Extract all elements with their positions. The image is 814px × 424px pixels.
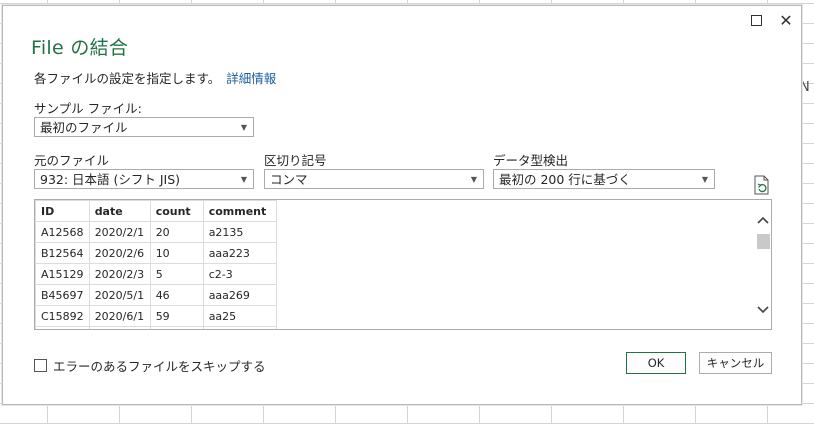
table-cell <box>149 326 204 329</box>
origin-dropdown[interactable]: 932: 日本語 (シフト JIS) ▼ <box>34 169 254 189</box>
skip-errors-option[interactable]: エラーのあるファイルをスキップする <box>34 356 266 375</box>
preview-table: ID date count comment A12568 2020/2/1 20… <box>35 200 277 329</box>
close-icon: ✕ <box>779 10 793 30</box>
scroll-down-button[interactable] <box>757 304 769 316</box>
chevron-down-icon <box>757 306 769 314</box>
table-row <box>35 326 277 329</box>
chevron-down-icon: ▼ <box>701 175 708 184</box>
table-cell: 46 <box>149 284 204 306</box>
chevron-down-icon: ▼ <box>240 123 247 132</box>
table-cell: B12564 <box>35 242 90 264</box>
maximize-button[interactable] <box>746 10 766 30</box>
table-cell: a2135 <box>202 221 277 243</box>
table-cell: B45697 <box>35 284 90 306</box>
table-cell: 2020/6/1 <box>88 305 151 327</box>
chevron-up-icon <box>757 216 769 224</box>
data-preview: ID date count comment A12568 2020/2/1 20… <box>34 199 772 330</box>
sample-file-label: サンプル ファイル: <box>34 101 142 116</box>
table-cell: 59 <box>149 305 204 327</box>
table-cell: c2-3 <box>202 263 277 285</box>
table-row: C15892 2020/6/1 59 aa25 <box>35 305 277 327</box>
dialog-subtitle: 各ファイルの設定を指定します。 詳細情報 <box>34 68 276 87</box>
scroll-thumb[interactable] <box>757 234 770 249</box>
column-header: date <box>88 200 151 222</box>
delimiter-dropdown[interactable]: コンマ ▼ <box>264 169 484 189</box>
table-row: A15129 2020/2/3 5 c2-3 <box>35 263 277 285</box>
skip-errors-checkbox[interactable] <box>34 359 47 372</box>
learn-more-link[interactable]: 詳細情報 <box>226 71 276 86</box>
table-cell: aaa269 <box>202 284 277 306</box>
cancel-button[interactable]: キャンセル <box>699 352 772 374</box>
table-cell: 10 <box>149 242 204 264</box>
sample-file-dropdown[interactable]: 最初のファイル ▼ <box>34 117 254 137</box>
combine-files-dialog: ✕ File の結合 各ファイルの設定を指定します。 詳細情報 サンプル ファイル… <box>2 5 802 405</box>
table-cell: 2020/5/1 <box>88 284 151 306</box>
table-cell: A15129 <box>35 263 90 285</box>
delimiter-value: コンマ <box>270 172 308 187</box>
column-header: comment <box>202 200 277 222</box>
table-cell: 2020/2/3 <box>88 263 151 285</box>
data-type-detection-label: データ型検出 <box>493 153 569 168</box>
sample-file-value: 最初のファイル <box>40 120 128 135</box>
chevron-down-icon: ▼ <box>240 175 247 184</box>
table-cell <box>35 326 90 329</box>
table-row: B45697 2020/5/1 46 aaa269 <box>35 284 277 306</box>
table-cell: aaa223 <box>202 242 277 264</box>
table-row: B12564 2020/2/6 10 aaa223 <box>35 242 277 264</box>
table-header-row: ID date count comment <box>35 200 277 222</box>
delimiter-label: 区切り記号 <box>264 153 327 168</box>
origin-value: 932: 日本語 (シフト JIS) <box>40 172 181 187</box>
close-button[interactable]: ✕ <box>776 10 796 30</box>
table-cell: A12568 <box>35 221 90 243</box>
refresh-icon[interactable] <box>753 175 770 195</box>
table-cell: 20 <box>149 221 204 243</box>
vertical-scrollbar[interactable] <box>754 200 771 329</box>
ok-button[interactable]: OK <box>626 352 686 374</box>
subtitle-text: 各ファイルの設定を指定します。 <box>34 71 221 86</box>
column-header: ID <box>35 200 90 222</box>
table-cell: aa25 <box>202 305 277 327</box>
skip-errors-label: エラーのあるファイルをスキップする <box>53 359 266 374</box>
table-cell: C15892 <box>35 305 90 327</box>
dialog-title: File の結合 <box>31 37 129 59</box>
maximize-icon <box>750 14 762 26</box>
table-cell <box>202 326 277 329</box>
scroll-up-button[interactable] <box>757 214 769 226</box>
table-cell: 2020/2/6 <box>88 242 151 264</box>
data-type-detection-value: 最初の 200 行に基づく <box>499 172 631 187</box>
chevron-down-icon: ▼ <box>470 175 477 184</box>
table-cell <box>88 326 151 329</box>
table-cell: 5 <box>149 263 204 285</box>
data-type-detection-dropdown[interactable]: 最初の 200 行に基づく ▼ <box>493 169 715 189</box>
column-header: count <box>149 200 204 222</box>
origin-label: 元のファイル <box>34 153 110 168</box>
table-row: A12568 2020/2/1 20 a2135 <box>35 221 277 243</box>
table-cell: 2020/2/1 <box>88 221 151 243</box>
